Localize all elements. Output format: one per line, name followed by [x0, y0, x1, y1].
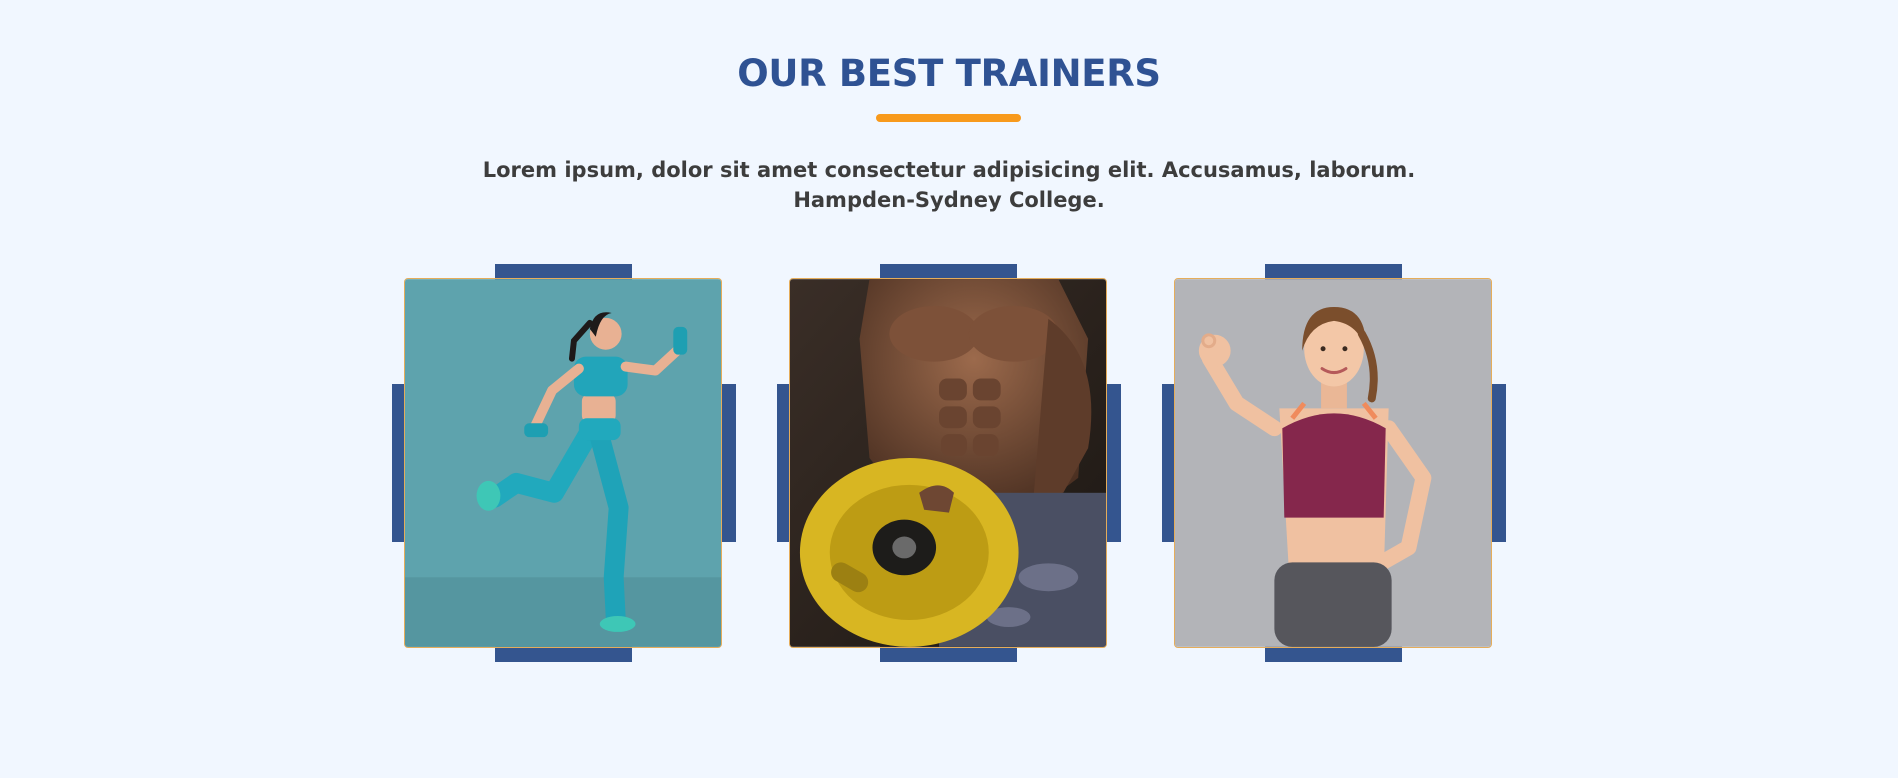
card-decor-bottom — [880, 646, 1017, 662]
muscular-man-holding-weight-plate-photo — [790, 279, 1106, 647]
card-decor-right — [1105, 384, 1121, 542]
trainer-card-3[interactable] — [1162, 264, 1506, 662]
section-title: OUR BEST TRAINERS — [737, 52, 1161, 95]
card-decor-right — [1490, 384, 1506, 542]
smiling-woman-ok-gesture-photo — [1175, 279, 1491, 647]
woman-running-with-dumbbells-photo — [405, 279, 721, 647]
trainer-card-1[interactable] — [392, 264, 736, 662]
trainer-photo-3[interactable] — [1174, 278, 1492, 648]
title-underline — [876, 114, 1021, 122]
card-decor-bottom — [1265, 646, 1402, 662]
trainer-photo-1[interactable] — [404, 278, 722, 648]
section-description: Lorem ipsum, dolor sit amet consectetur … — [482, 158, 1416, 212]
trainer-card-2[interactable] — [777, 264, 1121, 662]
trainer-photo-2[interactable] — [789, 278, 1107, 648]
card-decor-bottom — [495, 646, 632, 662]
card-decor-right — [720, 384, 736, 542]
